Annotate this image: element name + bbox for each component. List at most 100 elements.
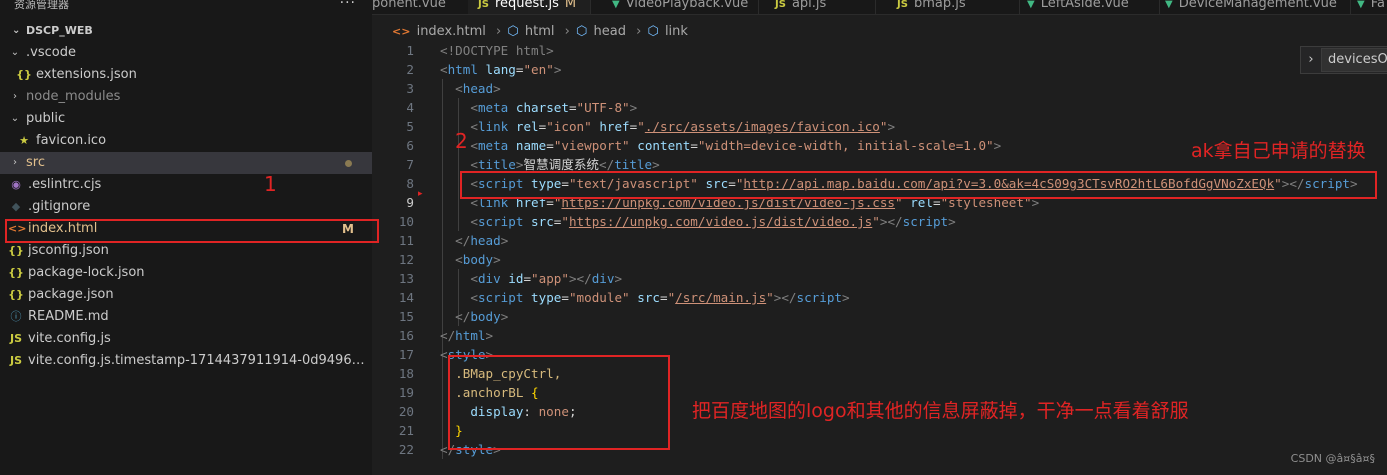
tree-item-src[interactable]: › src — [0, 152, 372, 174]
annotation-number-2: 2 — [455, 129, 468, 153]
tree-item-package-json[interactable]: {} package.json — [0, 284, 372, 306]
vue-icon: ▼ — [612, 0, 620, 10]
explorer-sidebar: 资源管理器 ··· ⌄ DSCP_WEB ⌄ .vscode {} extens… — [0, 0, 379, 475]
tab-leftaside-vue[interactable]: ▼ LeftAside.vue — [1017, 0, 1160, 14]
tab-component-vue[interactable]: ponent.vue — [372, 0, 469, 14]
tree-item-vscode[interactable]: ⌄ .vscode — [0, 42, 372, 64]
vue-icon: ▼ — [1027, 0, 1035, 10]
project-name: DSCP_WEB — [26, 24, 93, 37]
element-icon: ⬡ — [507, 24, 519, 39]
breadcrumb-head[interactable]: head — [593, 24, 625, 39]
chevron-down-icon: ⌄ — [10, 47, 20, 58]
tree-item-label: README.md — [28, 309, 109, 324]
tree-item-label: jsconfig.json — [28, 243, 109, 258]
tab-request-js[interactable]: JS request.js M — [468, 0, 591, 14]
breadcrumb-link[interactable]: link — [665, 24, 688, 39]
code-title-text: 智慧调度系统 — [523, 157, 600, 172]
tree-item-vite-timestamp[interactable]: JS vite.config.js.timestamp-171443791191… — [0, 350, 372, 372]
tree-item-readme[interactable]: ⓘ README.md — [0, 306, 372, 328]
js-icon: JS — [478, 0, 489, 10]
tree-item-public[interactable]: ⌄ public — [0, 108, 372, 130]
tab-label: Fa — [1370, 0, 1385, 11]
tree-item-label: .gitignore — [28, 199, 91, 214]
tab-label: DeviceManagement.vue — [1178, 0, 1337, 11]
tree-item-label: package.json — [28, 287, 114, 302]
find-input[interactable]: devicesOn — [1321, 48, 1387, 72]
tree-item-label: .vscode — [26, 45, 76, 60]
star-icon: ★ — [19, 134, 29, 147]
json-icon: {} — [16, 68, 32, 81]
tab-label: api.js — [791, 0, 827, 11]
code-line-2: 2 <html lang="en"> — [406, 62, 562, 77]
code-favicon-path[interactable]: ./src/assets/images/favicon.ico — [645, 119, 880, 134]
tab-label: ponent.vue — [372, 0, 446, 11]
more-actions-icon[interactable]: ··· — [340, 0, 356, 10]
watermark: CSDN @â¤§â¤§ — [1290, 452, 1375, 465]
explorer-header: 资源管理器 ··· — [0, 0, 372, 20]
js-icon: JS — [775, 0, 786, 10]
breadcrumb-html[interactable]: html — [525, 24, 555, 39]
annotation-highlight-style-block — [448, 355, 670, 450]
tree-item-label: favicon.ico — [36, 133, 107, 148]
code-line-12: 12 <body> — [398, 252, 501, 267]
tab-label: VideoPlayback.vue — [625, 0, 749, 11]
git-icon: ◆ — [11, 200, 21, 213]
code-main-js-path[interactable]: /src/main.js — [675, 290, 766, 305]
annotation-number-1: 1 — [264, 172, 277, 196]
breadcrumb-file[interactable]: index.html — [417, 24, 486, 39]
tab-devicemanagement-vue[interactable]: ▼ DeviceManagement.vue — [1155, 0, 1351, 14]
modified-badge: M — [564, 0, 577, 11]
html-icon: <> — [392, 25, 411, 38]
vue-icon: ▼ — [1165, 0, 1173, 10]
info-icon: ⓘ — [10, 310, 22, 323]
annotation-note-ak: ak拿自己申请的替换 — [1191, 140, 1366, 162]
chevron-right-icon: › — [496, 24, 502, 39]
tab-bmap-js[interactable]: JS bmap.js — [887, 0, 1020, 14]
code-line-10: 10 <script src="https://unpkg.com/video.… — [398, 214, 956, 229]
code-viewport-value: "width=device-width, initial-scale=1.0" — [697, 138, 994, 153]
tree-item-label: vite.config.js.timestamp-1714437911914-0… — [28, 353, 368, 368]
js-icon: JS — [897, 0, 908, 10]
find-widget[interactable]: ›devicesOn — [1300, 46, 1387, 74]
project-root[interactable]: ⌄ DSCP_WEB — [0, 20, 372, 42]
tree-item-eslintrc[interactable]: ◉ .eslintrc.cjs — [0, 174, 372, 196]
tree-item-node-modules[interactable]: › node_modules — [0, 86, 372, 108]
chevron-right-icon: › — [13, 91, 17, 102]
breakpoint-marker-icon: ▸ — [418, 189, 423, 199]
tree-item-vite-config[interactable]: JS vite.config.js — [0, 328, 372, 350]
annotation-note-logo: 把百度地图的logo和其他的信息屏蔽掉，干净一点看着舒服 — [692, 400, 1189, 422]
code-line-5: 5 <link rel="icon" href="./src/assets/im… — [406, 119, 896, 134]
json-icon: {} — [8, 244, 24, 257]
vue-icon: ▼ — [1357, 0, 1365, 10]
explorer-title: 资源管理器 — [14, 0, 69, 11]
tree-item-label: .eslintrc.cjs — [28, 177, 102, 192]
chevron-right-icon: › — [636, 24, 642, 39]
js-icon: JS — [9, 354, 22, 367]
element-icon: ⬡ — [647, 24, 659, 39]
tree-item-package-lock[interactable]: {} package-lock.json — [0, 262, 372, 284]
tree-item-label: package-lock.json — [28, 265, 145, 280]
code-line-13: 13 <div id="app"></div> — [398, 271, 623, 286]
tab-label: LeftAside.vue — [1040, 0, 1129, 11]
tab-api-js[interactable]: JS api.js — [765, 0, 876, 14]
json-icon: {} — [8, 266, 24, 279]
tab-label: bmap.js — [913, 0, 966, 11]
code-line-14: 14 <script type="module" src="/src/main.… — [398, 290, 850, 305]
code-videojs-url[interactable]: https://unpkg.com/video.js/dist/video.js — [569, 214, 872, 229]
tab-fa-vue[interactable]: ▼ Fa — [1347, 0, 1387, 14]
tree-item-favicon[interactable]: ★ favicon.ico — [0, 130, 372, 152]
code-charset-value: "UTF-8" — [576, 100, 630, 115]
chevron-right-icon: › — [564, 24, 570, 39]
tree-item-jsconfig[interactable]: {} jsconfig.json — [0, 240, 372, 262]
tree-item-extensions-json[interactable]: {} extensions.json — [0, 64, 372, 86]
chevron-right-icon: › — [13, 157, 17, 168]
tree-item-label: node_modules — [26, 89, 121, 104]
eslint-icon: ◉ — [11, 178, 21, 191]
tree-item-label: extensions.json — [36, 67, 137, 82]
tree-item-gitignore[interactable]: ◆ .gitignore — [0, 196, 372, 218]
chevron-right-icon[interactable]: › — [1301, 47, 1321, 73]
breadcrumb: <> index.html › ⬡ html › ⬡ head › ⬡ link — [372, 22, 1387, 42]
tab-videoplayback-vue[interactable]: ▼ VideoPlayback.vue — [602, 0, 759, 14]
code-line-15: 15 </body> — [398, 309, 509, 324]
tree-item-label: vite.config.js — [28, 331, 111, 346]
